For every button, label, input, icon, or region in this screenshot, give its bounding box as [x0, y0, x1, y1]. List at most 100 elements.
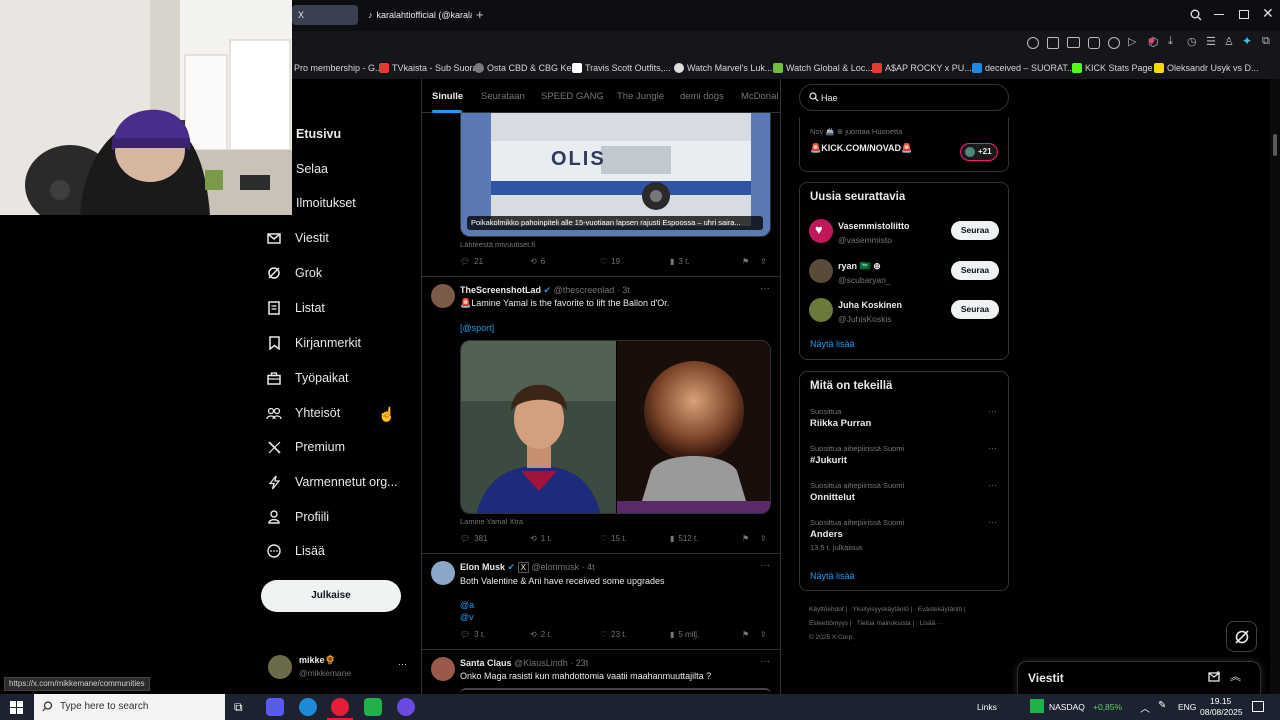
avatar[interactable]: ♥ — [809, 219, 833, 243]
tweet-link[interactable]: @v — [460, 612, 474, 622]
avatar[interactable] — [431, 284, 455, 308]
tweet-mention[interactable]: [@sport] — [460, 323, 494, 333]
share-button[interactable]: ⇪ — [760, 630, 767, 639]
repost-button[interactable]: ⟲ 1 t. — [530, 534, 552, 543]
clock-time[interactable]: 19.15 — [1210, 696, 1231, 706]
author-name[interactable]: Elon Musk — [460, 562, 505, 572]
bookmark-tweet-button[interactable]: ⚑ — [742, 257, 749, 266]
menu-icon[interactable]: ☰ — [1206, 35, 1216, 48]
trend-name[interactable]: Onnittelut — [810, 492, 855, 503]
bookmark-tweet-button[interactable]: ⚑ — [742, 534, 749, 543]
new-tab-button[interactable]: + — [476, 7, 484, 22]
nav-item-more[interactable]: Lisää — [266, 536, 325, 566]
show-more-link[interactable]: Näytä lisää — [810, 339, 855, 349]
footer-link[interactable]: Evästekäytäntö — [918, 606, 962, 613]
tab-list[interactable]: McDonal — [741, 91, 779, 102]
reply-button[interactable]: 💬︎ 381 — [460, 534, 488, 543]
footer-link[interactable]: Lisää ··· — [920, 620, 944, 627]
discord-icon[interactable] — [397, 698, 415, 716]
trend-more-icon[interactable]: ··· — [988, 406, 997, 416]
minimize-button[interactable] — [1214, 14, 1224, 16]
windows-start-icon[interactable] — [10, 701, 23, 714]
avatar[interactable] — [431, 561, 455, 585]
vpn-icon[interactable] — [1108, 37, 1120, 49]
links-toolbar[interactable]: Links — [977, 702, 997, 712]
like-button[interactable]: ♡ 19 — [600, 257, 620, 266]
search-input[interactable]: Hae — [799, 84, 1009, 111]
puzzle-icon[interactable]: ⧉ — [1262, 35, 1270, 48]
share-button[interactable]: ⇪ — [760, 534, 767, 543]
avatar[interactable] — [809, 259, 833, 283]
nav-item-home[interactable]: Etusivu — [296, 119, 341, 149]
link-source[interactable]: Lähteestä mtvuutiset.fi — [460, 240, 535, 249]
footer-link[interactable]: Tietoa mainoksista — [857, 620, 911, 627]
app-icon[interactable] — [364, 698, 382, 716]
live-space-card[interactable]: Nov 🚢 ⊕ juontaa Huonetta 🚨KICK.COM/NOVAD… — [799, 117, 1009, 172]
tab-for-you[interactable]: Sinulle — [432, 91, 463, 102]
like-button[interactable]: ♡ 23 t. — [600, 630, 627, 639]
follow-button[interactable]: Seuraa — [951, 261, 999, 280]
camera-icon[interactable] — [1067, 37, 1080, 48]
nav-item-communities[interactable]: Yhteisöt — [266, 398, 340, 428]
like-button[interactable]: ♡ 15 t. — [600, 534, 627, 543]
nav-item-premium[interactable]: Premium — [266, 432, 345, 462]
bookmark[interactable]: Watch Global & Loc... — [773, 60, 873, 76]
extension-icon[interactable]: ✦ — [1242, 34, 1252, 48]
new-message-icon[interactable] — [1208, 671, 1221, 683]
grok-floating-button[interactable] — [1226, 621, 1257, 652]
nav-item-lists[interactable]: Listat — [266, 293, 325, 323]
messages-drawer[interactable]: Viestit ︽ — [1017, 661, 1261, 694]
clock-date[interactable]: 08/08/2025 — [1200, 707, 1243, 717]
pen-icon[interactable]: ✎ — [1158, 700, 1166, 711]
taskbar-search-input[interactable]: Type here to search — [34, 694, 225, 720]
task-view-icon[interactable]: ⧉ — [234, 700, 243, 715]
stock-name[interactable]: NASDAQ — [1049, 702, 1085, 712]
footer-link[interactable]: Yksityisyyskäytäntö — [853, 606, 909, 613]
follow-button[interactable]: Seuraa — [951, 221, 999, 240]
nav-item-jobs[interactable]: Työpaikat — [266, 363, 349, 393]
nav-item-profile[interactable]: Profiili — [266, 502, 329, 532]
bookmark[interactable]: Oleksandr Usyk vs D... — [1154, 60, 1259, 76]
profile-icon[interactable]: ♙ — [1224, 35, 1234, 48]
close-window-button[interactable]: ✕ — [1262, 5, 1274, 22]
tweet-more-icon[interactable]: ··· — [760, 656, 770, 667]
nav-item-grok[interactable]: Grok — [266, 258, 322, 288]
follow-button[interactable]: Seuraa — [951, 300, 999, 319]
trend-name[interactable]: Riikka Purran — [810, 418, 871, 429]
tweet-more-icon[interactable]: ··· — [760, 560, 770, 571]
bookmark[interactable]: Osta CBD & CBG Ke... — [474, 60, 579, 76]
trend-name[interactable]: #Jukurit — [810, 455, 847, 466]
views-button[interactable]: ▮ 3 t. — [670, 257, 690, 266]
avatar[interactable] — [431, 657, 455, 681]
share-button[interactable]: ⇪ — [760, 257, 767, 266]
show-more-link[interactable]: Näytä lisää — [810, 571, 855, 581]
views-button[interactable]: ▮ 5 milj. — [670, 630, 699, 639]
bookmark[interactable]: Watch Marvel's Luk... — [674, 60, 772, 76]
tab-list[interactable]: SPEED GANG — [541, 91, 604, 102]
restore-button[interactable] — [1239, 10, 1249, 19]
browser-tab[interactable]: X — [292, 5, 358, 25]
nav-item-verified-orgs[interactable]: Varmennetut org... — [266, 467, 398, 497]
trend-more-icon[interactable]: ··· — [988, 443, 997, 453]
tab-list[interactable]: The Jungle — [617, 91, 664, 102]
reply-button[interactable]: 💬︎ 3 t. — [460, 630, 485, 639]
notification-icon[interactable] — [1252, 701, 1264, 712]
author-name[interactable]: TheScreenshotLad — [460, 285, 541, 295]
tray-chevron-icon[interactable]: ︿ — [1140, 700, 1150, 715]
repost-button[interactable]: ⟲ 6 — [530, 257, 545, 266]
zoom-icon[interactable] — [1027, 37, 1039, 49]
bookmark-tweet-button[interactable]: ⚑ — [742, 630, 749, 639]
expand-icon[interactable]: ︽ — [1230, 668, 1241, 684]
play-icon[interactable]: ▷ — [1128, 35, 1136, 48]
nav-item-bookmarks[interactable]: Kirjanmerkit — [266, 328, 361, 358]
user-name[interactable]: Juha Koskinen — [838, 300, 902, 310]
edit-icon[interactable] — [1047, 37, 1059, 49]
tab-list[interactable]: demi dogs — [680, 91, 724, 102]
trend-name[interactable]: Anders — [810, 529, 843, 540]
shield-icon[interactable] — [1088, 37, 1100, 49]
bookmark[interactable]: KICK Stats Page — [1072, 60, 1153, 76]
footer-link[interactable]: Esteettömyys — [809, 620, 848, 627]
avatar[interactable] — [809, 298, 833, 322]
nav-item-explore[interactable]: Selaa — [296, 154, 328, 184]
page-scrollbar[interactable] — [1270, 79, 1280, 694]
